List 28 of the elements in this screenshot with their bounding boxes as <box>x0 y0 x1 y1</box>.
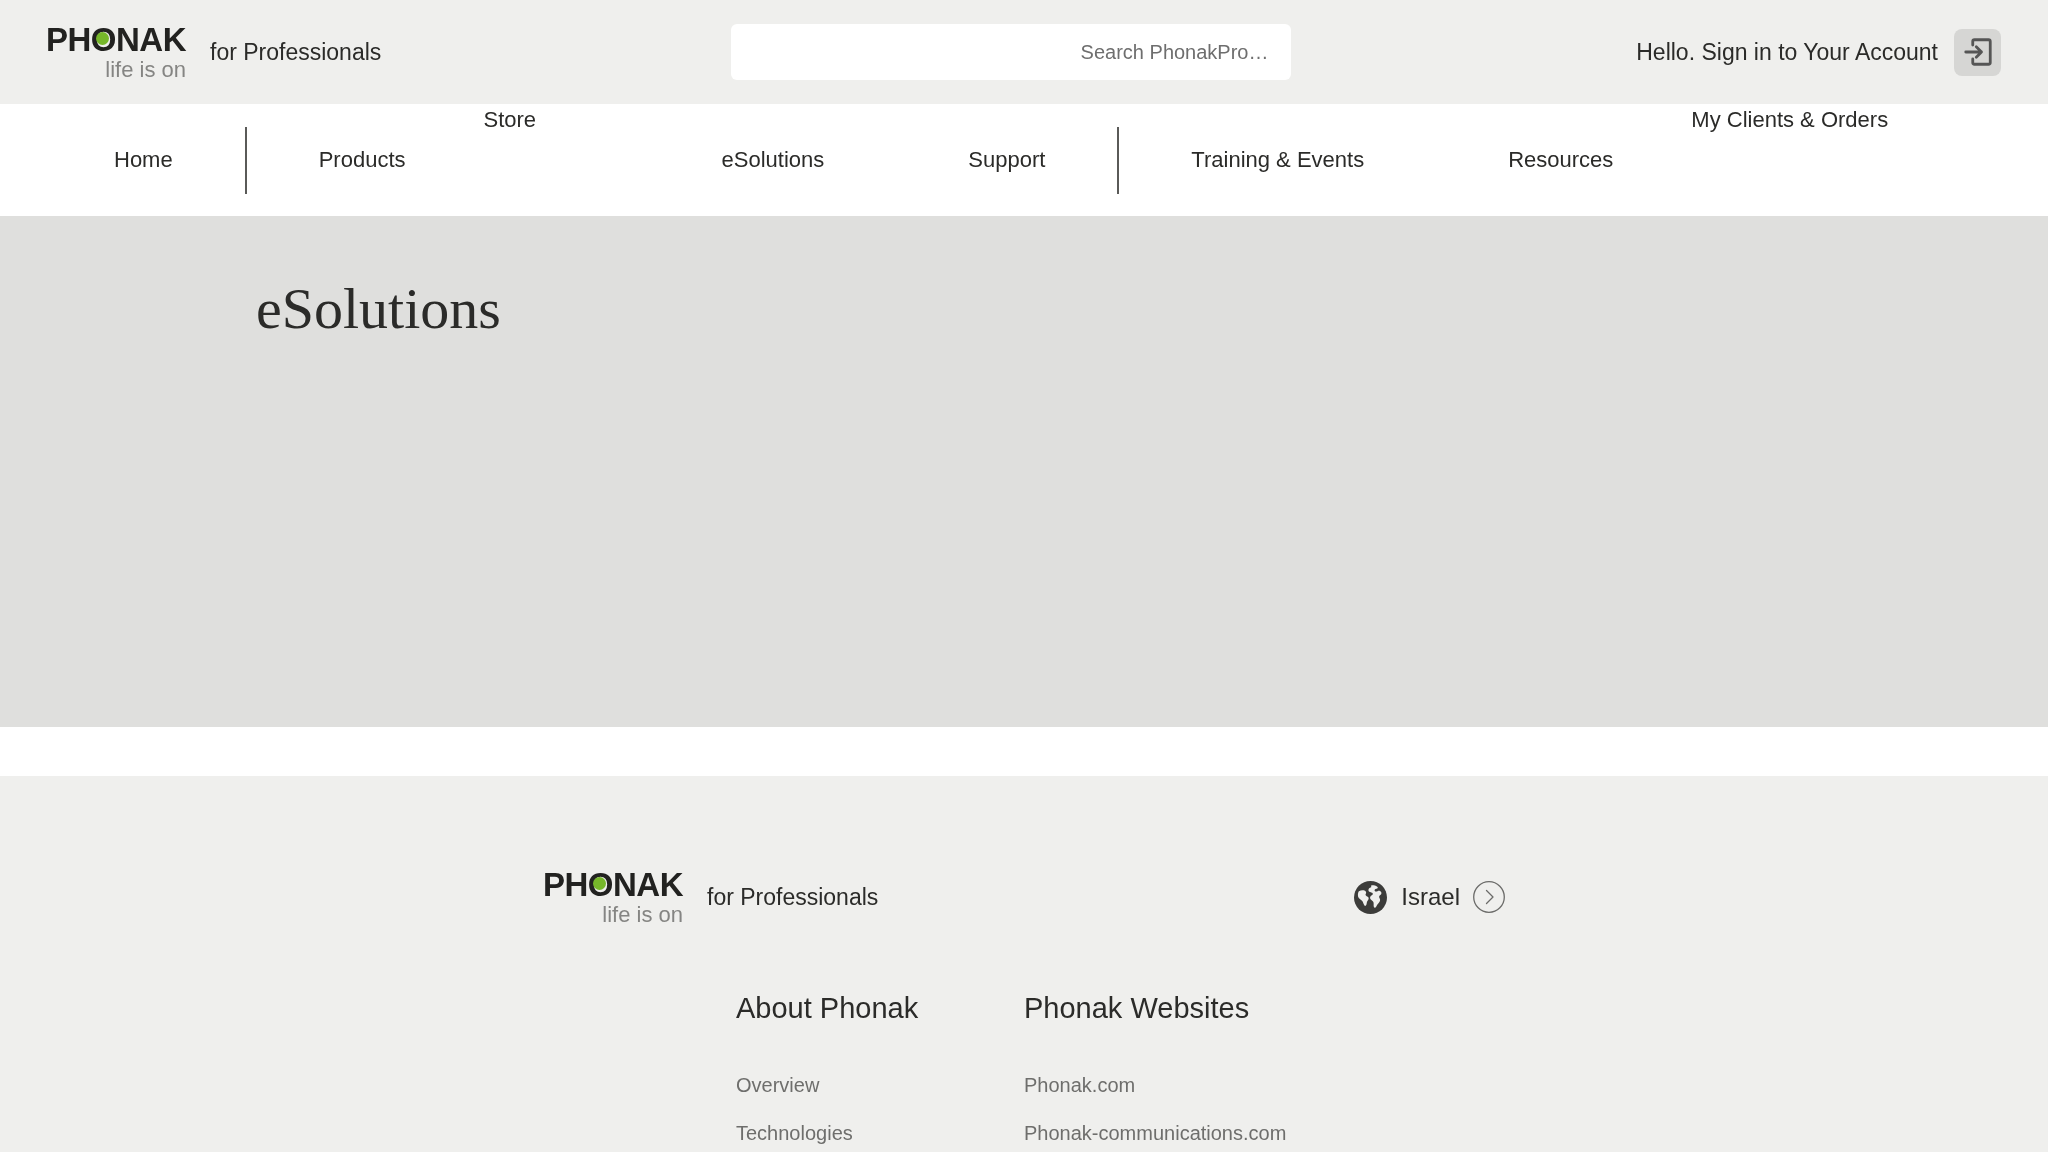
footer-link[interactable]: Phonak-communications.com <box>1024 1119 1287 1147</box>
page-title: eSolutions <box>256 280 501 338</box>
logo-wordmark[interactable]: PHONAK <box>46 23 186 56</box>
nav-link[interactable]: eSolutions <box>721 146 825 174</box>
nav-link[interactable]: Support <box>968 146 1046 174</box>
footer-link[interactable]: Phonak.com <box>1024 1071 1136 1099</box>
nav-link[interactable]: Resources <box>1508 146 1614 174</box>
logo-tagline: life is on <box>602 904 683 926</box>
chevron-right-icon[interactable] <box>1473 881 1505 913</box>
footer-heading: Phonak Websites <box>1024 991 1250 1026</box>
footer-heading: About Phonak <box>736 991 919 1026</box>
nav-link[interactable]: Home <box>114 146 173 174</box>
search-field[interactable]: Search PhonakPro… <box>730 24 1291 80</box>
sign-in-button[interactable] <box>1954 28 2001 76</box>
footer-link[interactable]: Overview <box>736 1071 820 1099</box>
footer-link[interactable]: Technologies <box>736 1119 853 1147</box>
site-label: for Professionals <box>210 37 382 67</box>
logo-wordmark[interactable]: PHONAK <box>543 868 683 901</box>
site-label: for Professionals <box>707 882 879 912</box>
nav-link[interactable]: My Clients & Orders <box>1691 106 1889 134</box>
globe-icon <box>1354 880 1388 914</box>
logo-tagline: life is on <box>105 59 186 81</box>
nav-link[interactable]: Training & Events <box>1191 146 1365 174</box>
sign-in-link[interactable]: Hello. Sign in to Your Account <box>1636 34 1938 70</box>
nav-link[interactable]: Store <box>483 106 537 134</box>
country-link[interactable]: Israel <box>1401 879 1460 915</box>
sign-in-icon <box>1963 38 1992 66</box>
nav-link[interactable]: Products <box>318 146 406 174</box>
